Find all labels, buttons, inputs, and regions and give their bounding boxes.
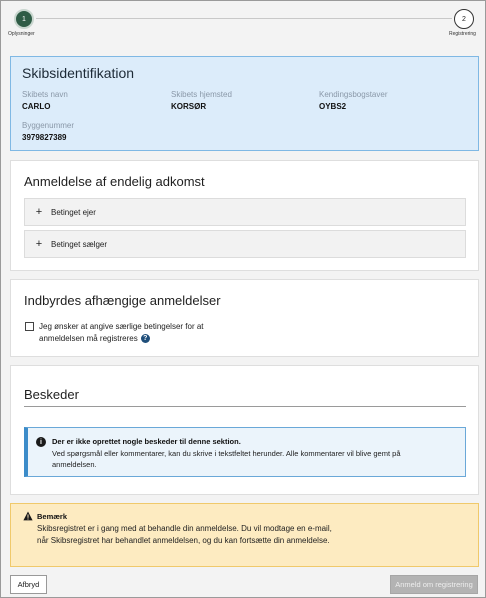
info-title: Der er ikke oprettet nogle beskeder til … bbox=[52, 437, 241, 446]
cancel-button[interactable]: Afbryd bbox=[10, 575, 47, 594]
step-2-indicator: 2 bbox=[454, 9, 474, 29]
section-title: Beskeder bbox=[24, 387, 79, 402]
checkbox-label-text: Jeg ønsker at angive særlige betingelser… bbox=[39, 322, 204, 343]
divider bbox=[24, 406, 466, 407]
step-2-label: Registrering bbox=[449, 31, 476, 37]
ship-home-port-value: KORSØR bbox=[171, 102, 207, 111]
call-sign-value: OYBS2 bbox=[319, 102, 347, 111]
submit-registration-button[interactable]: Anmeld om registrering bbox=[390, 575, 478, 594]
step-1-label: Oplysninger bbox=[8, 31, 35, 37]
plus-icon: + bbox=[35, 206, 43, 218]
section-title: Anmeldelse af endelig adkomst bbox=[24, 174, 205, 189]
no-messages-info-box: i Der er ikke oprettet nogle beskeder ti… bbox=[24, 427, 466, 477]
accordion-label: Betinget sælger bbox=[51, 239, 108, 249]
call-sign-label: Kendingsbogstaver bbox=[319, 90, 388, 99]
accordion-label: Betinget ejer bbox=[51, 207, 96, 217]
accordion-conditional-seller[interactable]: + Betinget sælger bbox=[24, 230, 466, 258]
special-conditions-checkbox[interactable] bbox=[25, 322, 34, 331]
notice-warning-box: Bemærk Skibsregistret er i gang med at b… bbox=[10, 503, 479, 567]
ship-identification-panel: Skibsidentifikation Skibets navn CARLO S… bbox=[10, 56, 479, 151]
build-number-label: Byggenummer bbox=[22, 121, 75, 130]
info-icon: i bbox=[36, 437, 46, 447]
messages-section: Beskeder i Der er ikke oprettet nogle be… bbox=[10, 365, 479, 495]
ship-identification-title: Skibsidentifikation bbox=[22, 65, 135, 81]
warning-title: Bemærk bbox=[37, 512, 68, 521]
step-1-indicator: 1 bbox=[14, 9, 34, 29]
final-title-registration-section: Anmeldelse af endelig adkomst + Betinget… bbox=[10, 160, 479, 271]
info-text: Ved spørgsmål eller kommentarer, kan du … bbox=[52, 449, 401, 469]
progress-stepper: 1 Oplysninger 2 Registrering bbox=[1, 1, 486, 47]
plus-icon: + bbox=[35, 238, 43, 250]
accordion-conditional-owner[interactable]: + Betinget ejer bbox=[24, 198, 466, 226]
help-icon[interactable]: ? bbox=[140, 334, 150, 344]
special-conditions-label[interactable]: Jeg ønsker at angive særlige betingelser… bbox=[39, 321, 229, 345]
interdependent-registrations-section: Indbyrdes afhængige anmeldelser Jeg ønsk… bbox=[10, 279, 479, 357]
warning-text: Skibsregistret er i gang med at behandle… bbox=[37, 524, 332, 545]
stepper-line bbox=[36, 18, 452, 19]
warning-icon bbox=[23, 511, 33, 521]
ship-name-label: Skibets navn bbox=[22, 90, 68, 99]
ship-home-port-label: Skibets hjemsted bbox=[171, 90, 232, 99]
ship-name-value: CARLO bbox=[22, 102, 51, 111]
build-number-value: 3979827389 bbox=[22, 133, 67, 142]
section-title: Indbyrdes afhængige anmeldelser bbox=[24, 293, 221, 308]
